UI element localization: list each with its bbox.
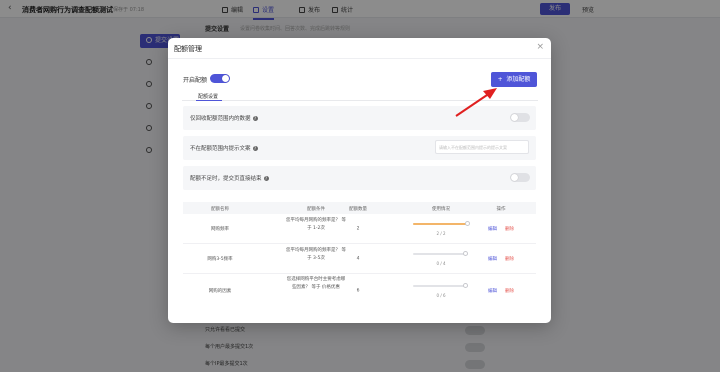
annotation-arrow: [455, 88, 497, 117]
arrow-shaft: [455, 92, 491, 117]
